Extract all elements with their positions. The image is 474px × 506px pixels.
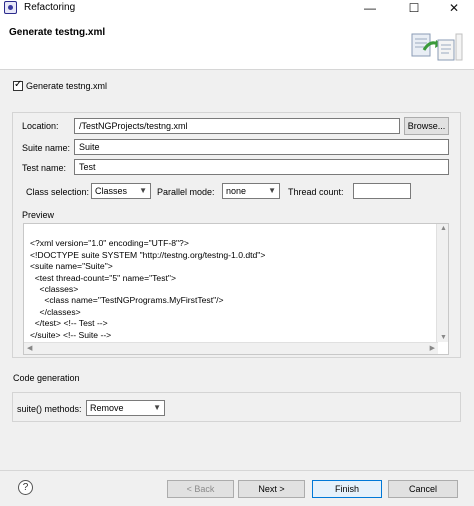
- scroll-left-icon[interactable]: ◀: [27, 344, 32, 352]
- parallel-mode-value: none: [226, 186, 247, 196]
- next-button[interactable]: Next >: [238, 480, 305, 498]
- suite-name-input[interactable]: Suite: [74, 139, 449, 155]
- wizard-header: [0, 18, 474, 70]
- class-selection-label: Class selection:: [26, 187, 90, 197]
- class-selection-dropdown[interactable]: Classes ▼: [91, 183, 151, 199]
- code-line: <test thread-count="5" name="Test">: [30, 272, 176, 283]
- code-line: </suite> <!-- Suite -->: [30, 329, 112, 340]
- parallel-mode-label: Parallel mode:: [157, 187, 215, 197]
- suite-methods-label: suite() methods:: [17, 404, 82, 414]
- scroll-right-icon[interactable]: ▶: [430, 344, 435, 352]
- location-input[interactable]: /TestNGProjects/testng.xml: [74, 118, 400, 134]
- finish-button[interactable]: Finish: [312, 480, 382, 498]
- horizontal-scrollbar[interactable]: ◀ ▶: [24, 342, 438, 354]
- scroll-up-icon[interactable]: ▲: [440, 225, 447, 232]
- xml-preview-code: <?xml version="1.0" encoding="UTF-8"?> <…: [30, 227, 265, 341]
- test-name-input[interactable]: Test: [74, 159, 449, 175]
- eclipse-app-icon: [4, 1, 17, 14]
- vertical-scrollbar[interactable]: ▲ ▼: [436, 224, 448, 342]
- close-button[interactable]: ✕: [440, 0, 468, 18]
- back-button[interactable]: < Back: [167, 480, 234, 498]
- browse-button[interactable]: Browse...: [404, 117, 449, 135]
- code-line: </classes>: [30, 306, 81, 317]
- xml-preview-area[interactable]: <?xml version="1.0" encoding="UTF-8"?> <…: [23, 223, 449, 355]
- code-line: <suite name="Suite">: [30, 261, 113, 272]
- generate-xml-label: Generate testng.xml: [26, 81, 108, 91]
- preview-label: Preview: [22, 210, 55, 220]
- thread-count-input[interactable]: [353, 183, 411, 199]
- cancel-button[interactable]: Cancel: [388, 480, 458, 498]
- chevron-down-icon: ▼: [153, 403, 161, 412]
- suite-methods-value: Remove: [90, 403, 124, 413]
- parallel-mode-dropdown[interactable]: none ▼: [222, 183, 280, 199]
- code-line: <classes>: [30, 284, 79, 295]
- title-bar: Refactoring — ☐ ✕: [0, 0, 474, 18]
- suite-methods-dropdown[interactable]: Remove ▼: [86, 400, 165, 416]
- help-icon[interactable]: ?: [18, 480, 33, 495]
- code-generation-label: Code generation: [13, 373, 80, 383]
- suite-name-label: Suite name:: [22, 143, 71, 153]
- wizard-banner-icon: [411, 33, 463, 61]
- checkmark-icon: ✓: [14, 79, 23, 90]
- generate-xml-checkbox[interactable]: ✓: [13, 79, 23, 91]
- window-title: Refactoring: [24, 2, 76, 13]
- test-name-label: Test name:: [22, 163, 67, 173]
- scroll-down-icon[interactable]: ▼: [440, 334, 447, 341]
- chevron-down-icon: ▼: [268, 186, 276, 195]
- thread-count-label: Thread count:: [288, 187, 344, 197]
- location-label: Location:: [22, 121, 59, 131]
- minimize-button[interactable]: —: [356, 0, 384, 18]
- class-selection-value: Classes: [95, 186, 128, 196]
- chevron-down-icon: ▼: [139, 186, 147, 195]
- code-line: </test> <!-- Test -->: [30, 318, 108, 329]
- wizard-title: Generate testng.xml: [9, 27, 106, 38]
- code-line: <!DOCTYPE suite SYSTEM "http://testng.or…: [30, 249, 266, 260]
- footer-separator: [0, 470, 474, 471]
- code-line: <class name="TestNGPrograms.MyFirstTest"…: [30, 295, 224, 306]
- code-line: <?xml version="1.0" encoding="UTF-8"?>: [30, 238, 189, 249]
- maximize-button[interactable]: ☐: [400, 0, 428, 18]
